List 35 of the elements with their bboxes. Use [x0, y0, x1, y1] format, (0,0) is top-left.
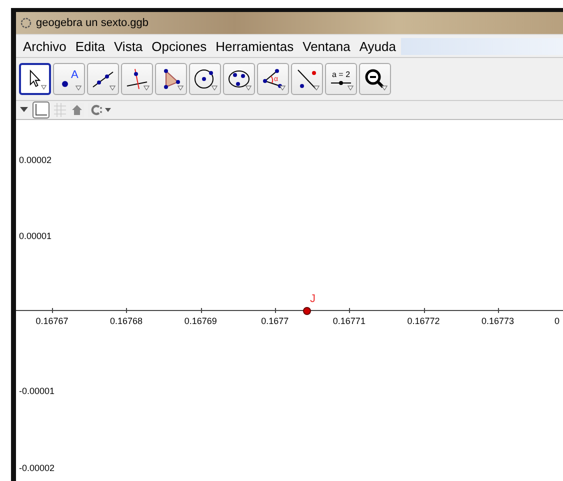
- menu-item[interactable]: Herramientas: [212, 38, 299, 54]
- tool-button[interactable]: [189, 63, 221, 95]
- tool-button[interactable]: [19, 63, 51, 95]
- axis-label: 0.16767: [36, 316, 68, 326]
- axis-label: 0: [554, 316, 560, 326]
- app-icon: [20, 17, 32, 29]
- perpendicular-tool-icon: [124, 66, 150, 92]
- menu-item[interactable]: Ventana: [298, 38, 356, 54]
- menu-item[interactable]: Edita: [71, 38, 110, 54]
- axis-label: 0.16771: [332, 316, 366, 326]
- axis-label: 0.16773: [482, 316, 514, 326]
- axis-label: -0.00002: [19, 463, 55, 473]
- axis-label: 0.00002: [19, 155, 52, 165]
- tool-button[interactable]: [359, 63, 391, 95]
- menu-item[interactable]: Opciones: [148, 38, 212, 54]
- menu-item[interactable]: Ayuda: [355, 38, 401, 54]
- home-icon[interactable]: [70, 103, 84, 117]
- axis-label: 0.1677: [261, 316, 289, 326]
- tool-button[interactable]: [121, 63, 153, 95]
- axis-label: 0.16768: [110, 316, 143, 326]
- point-label: J: [310, 293, 316, 305]
- tool-button[interactable]: [155, 63, 187, 95]
- tool-button[interactable]: [87, 63, 119, 95]
- tool-button[interactable]: [223, 63, 255, 95]
- menu-item[interactable]: Archivo: [19, 38, 72, 54]
- tool-button[interactable]: [291, 63, 323, 95]
- point[interactable]: [303, 307, 311, 315]
- window-title: geogebra un sexto.ggb: [36, 17, 149, 29]
- axis-label: 0.16769: [184, 316, 217, 326]
- axis-label: 0.00001: [19, 231, 52, 241]
- menu-item[interactable]: Vista: [110, 38, 148, 54]
- axis-label: -0.00001: [19, 386, 55, 396]
- collapse-icon[interactable]: [20, 107, 28, 113]
- axes-icon[interactable]: [32, 101, 50, 119]
- axis-label: 0.16772: [407, 316, 440, 326]
